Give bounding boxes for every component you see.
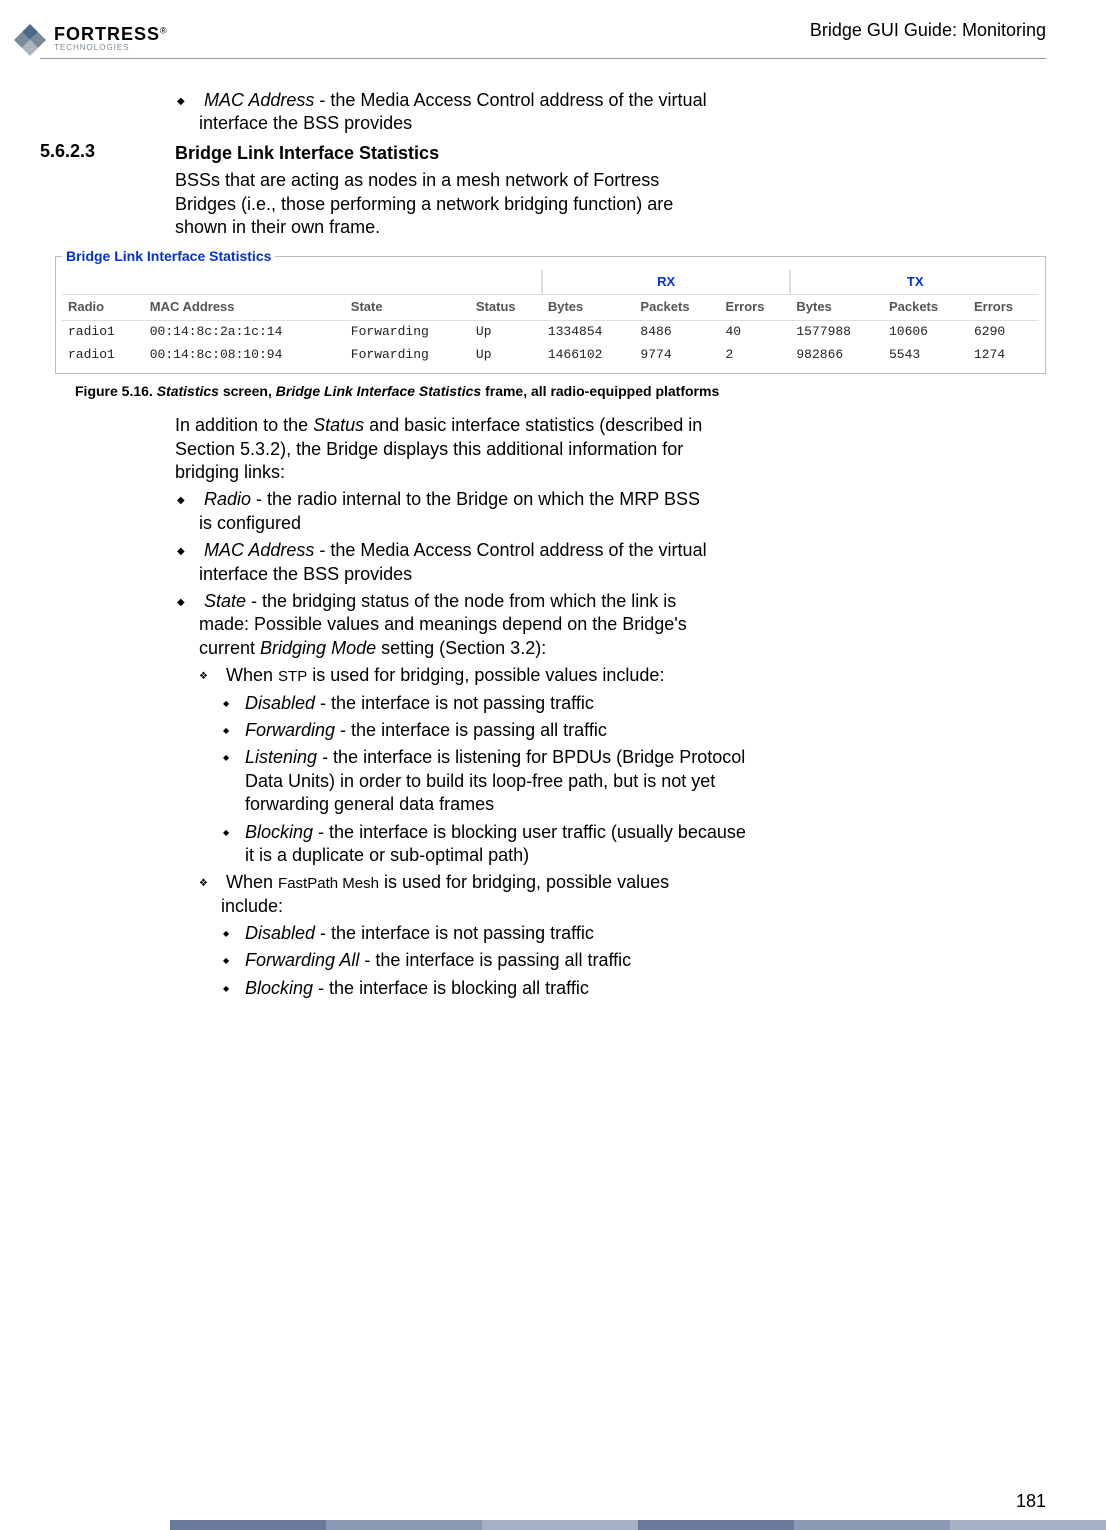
list-item: When STP is used for bridging, possible … (221, 664, 731, 687)
col-tx-packets: Packets (883, 295, 968, 321)
logo-main: FORTRESS (54, 24, 160, 44)
logo: FORTRESS® TECHNOLOGIES (12, 20, 167, 56)
list-item: Blocking - the interface is blocking all… (245, 977, 755, 1000)
list-item: Listening - the interface is listening f… (245, 746, 755, 816)
list-item: MAC Address - the Media Access Control a… (199, 89, 709, 136)
stats-table: RX TX Radio MAC Address State Status Byt… (62, 270, 1039, 368)
list-item: Disabled - the interface is not passing … (245, 922, 755, 945)
section-heading: Bridge Link Interface Statistics (175, 142, 1046, 165)
figure-caption: Figure 5.16. Statistics screen, Bridge L… (75, 382, 1046, 400)
logo-sub: TECHNOLOGIES (54, 44, 167, 52)
page-number: 181 (1016, 1491, 1046, 1512)
body-para: In addition to the Status and basic inte… (175, 414, 715, 484)
list-item: Disabled - the interface is not passing … (245, 692, 755, 715)
stats-legend: Bridge Link Interface Statistics (62, 247, 275, 265)
col-radio: Radio (62, 295, 144, 321)
col-rx-packets: Packets (634, 295, 719, 321)
list-item: Blocking - the interface is blocking use… (245, 821, 755, 868)
list-item: MAC Address - the Media Access Control a… (199, 539, 709, 586)
logo-reg: ® (160, 25, 167, 35)
table-row: radio1 00:14:8c:08:10:94 Forwarding Up 1… (62, 344, 1039, 367)
section-number: 5.6.2.3 (40, 140, 95, 163)
col-status: Status (470, 295, 542, 321)
group-tx: TX (790, 270, 1039, 295)
col-rx-errors: Errors (719, 295, 790, 321)
col-mac: MAC Address (144, 295, 345, 321)
col-state: State (345, 295, 470, 321)
col-rx-bytes: Bytes (542, 295, 635, 321)
footer-bar (170, 1520, 1106, 1530)
group-rx: RX (542, 270, 791, 295)
table-row: radio1 00:14:8c:2a:1c:14 Forwarding Up 1… (62, 321, 1039, 344)
col-tx-bytes: Bytes (790, 295, 883, 321)
content: MAC Address - the Media Access Control a… (175, 89, 1046, 1000)
list-item: When FastPath Mesh is used for bridging,… (221, 871, 731, 918)
list-item: Forwarding All - the interface is passin… (245, 949, 755, 972)
logo-icon (12, 20, 48, 56)
term: MAC Address (204, 90, 314, 110)
col-tx-errors: Errors (968, 295, 1039, 321)
section-intro: BSSs that are acting as nodes in a mesh … (175, 169, 715, 239)
page-header: FORTRESS® TECHNOLOGIES Bridge GUI Guide:… (40, 20, 1046, 59)
stats-frame: Bridge Link Interface Statistics RX TX R… (55, 247, 1046, 374)
list-item: Radio - the radio internal to the Bridge… (199, 488, 709, 535)
page-title: Bridge GUI Guide: Monitoring (810, 20, 1046, 41)
list-item: State - the bridging status of the node … (199, 590, 709, 660)
list-item: Forwarding - the interface is passing al… (245, 719, 755, 742)
